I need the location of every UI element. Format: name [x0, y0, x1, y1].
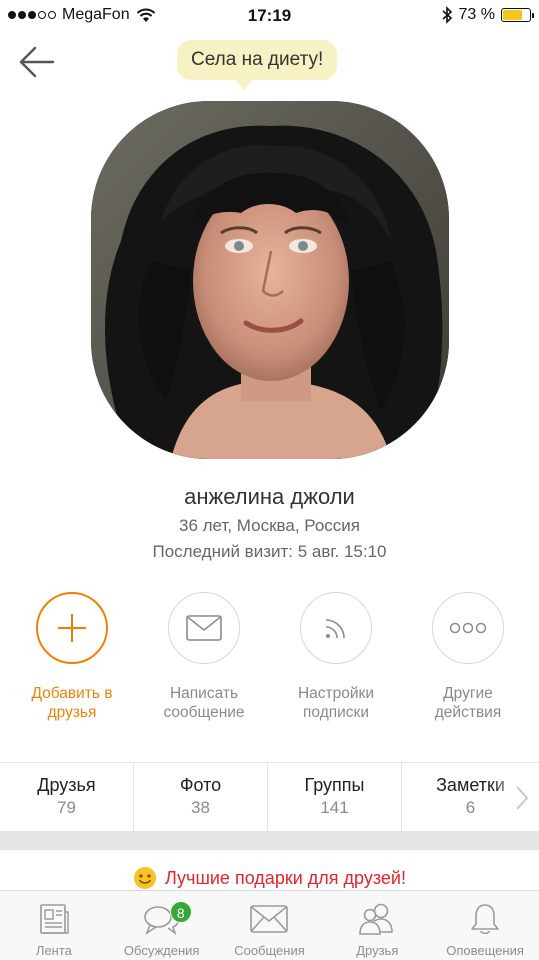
profile-avatar[interactable] [91, 101, 449, 459]
tab-friends-label: Друзья [356, 943, 399, 958]
send-message-label: Написать сообщение [163, 685, 245, 721]
tab-feed-label: Лента [35, 943, 72, 958]
tab-discussions[interactable]: 8 Обсуждения [108, 891, 216, 960]
counter-friends-value: 79 [57, 798, 76, 817]
battery-percent: 73 % [458, 6, 495, 23]
bluetooth-icon [442, 6, 452, 24]
gifts-banner-text: Лучшие подарки для друзей! [165, 867, 406, 888]
battery-level [503, 10, 522, 20]
profile-actions: Добавить в друзья Написать сообщение Нас… [0, 592, 539, 732]
counter-friends[interactable]: Друзья 79 [0, 763, 134, 831]
other-actions-label: Другие действия [434, 685, 502, 721]
other-actions-button[interactable]: Другие действия [403, 592, 533, 722]
counter-photos[interactable]: Фото 38 [134, 763, 268, 831]
tab-notifications[interactable]: Оповещения [431, 891, 539, 960]
tab-friends[interactable]: Друзья [323, 891, 431, 960]
discussions-badge: 8 [169, 901, 192, 923]
subscription-settings-label: Настройки подписки [297, 685, 374, 721]
section-divider [0, 832, 539, 850]
tab-bar: Лента 8 Обсуждения Сообщения Друзья Опов… [0, 890, 539, 960]
status-bar: MegaFon 17:19 73 % [0, 0, 539, 32]
counter-photos-title: Фото [179, 775, 222, 795]
feed-tab-icon [40, 904, 69, 934]
counter-groups[interactable]: Группы 141 [268, 763, 402, 831]
tab-notifications-label: Оповещения [446, 943, 524, 958]
profile-last-visit: Последний визит: 5 авг. 15:10 [152, 542, 387, 561]
messages-icon [250, 905, 289, 933]
counter-notes[interactable]: Заметки 6 [402, 763, 539, 831]
subscription-settings-button[interactable]: Настройки подписки [271, 592, 401, 722]
add-friend-label: Добавить в друзья [31, 685, 113, 721]
send-message-button[interactable]: Написать сообщение [139, 592, 269, 722]
counter-photos-value: 38 [191, 798, 210, 817]
smile-icon [134, 867, 157, 889]
avatar-photo [91, 101, 449, 459]
feed-icon [325, 619, 345, 639]
counter-friends-title: Друзья [37, 775, 96, 795]
other-actions-circle[interactable] [432, 592, 504, 664]
tab-messages[interactable]: Сообщения [216, 891, 324, 960]
subscription-settings-circle[interactable] [300, 592, 372, 664]
counter-groups-title: Группы [304, 775, 365, 795]
send-message-circle[interactable] [168, 592, 240, 664]
status-message-bubble[interactable]: Села на диету! [177, 40, 338, 90]
tab-discussions-label: Обсуждения [123, 943, 200, 958]
chevron-right-icon[interactable] [515, 785, 529, 811]
plus-icon [58, 614, 86, 642]
status-bar-right: 73 % [441, 6, 534, 24]
profile-counters: Друзья 79 Фото 38 Группы 141 Заметки 6 [0, 762, 539, 832]
friends-icon [359, 903, 394, 935]
more-icon [449, 622, 487, 634]
profile-name: анжелина джоли [184, 484, 355, 509]
tab-messages-label: Сообщения [234, 943, 305, 958]
back-button[interactable] [14, 40, 58, 84]
bell-icon [471, 904, 499, 935]
arrow-left-icon [19, 46, 55, 78]
add-friend-button[interactable]: Добавить в друзья [7, 592, 137, 722]
battery-icon [501, 8, 534, 22]
tab-feed[interactable]: Лента [0, 891, 108, 960]
counter-groups-value: 141 [320, 798, 349, 817]
envelope-icon [186, 615, 222, 641]
profile-age-location: 36 лет, Москва, Россия [178, 516, 361, 535]
gifts-banner[interactable]: Лучшие подарки для друзей! [0, 866, 539, 890]
add-friend-circle[interactable] [36, 592, 108, 664]
